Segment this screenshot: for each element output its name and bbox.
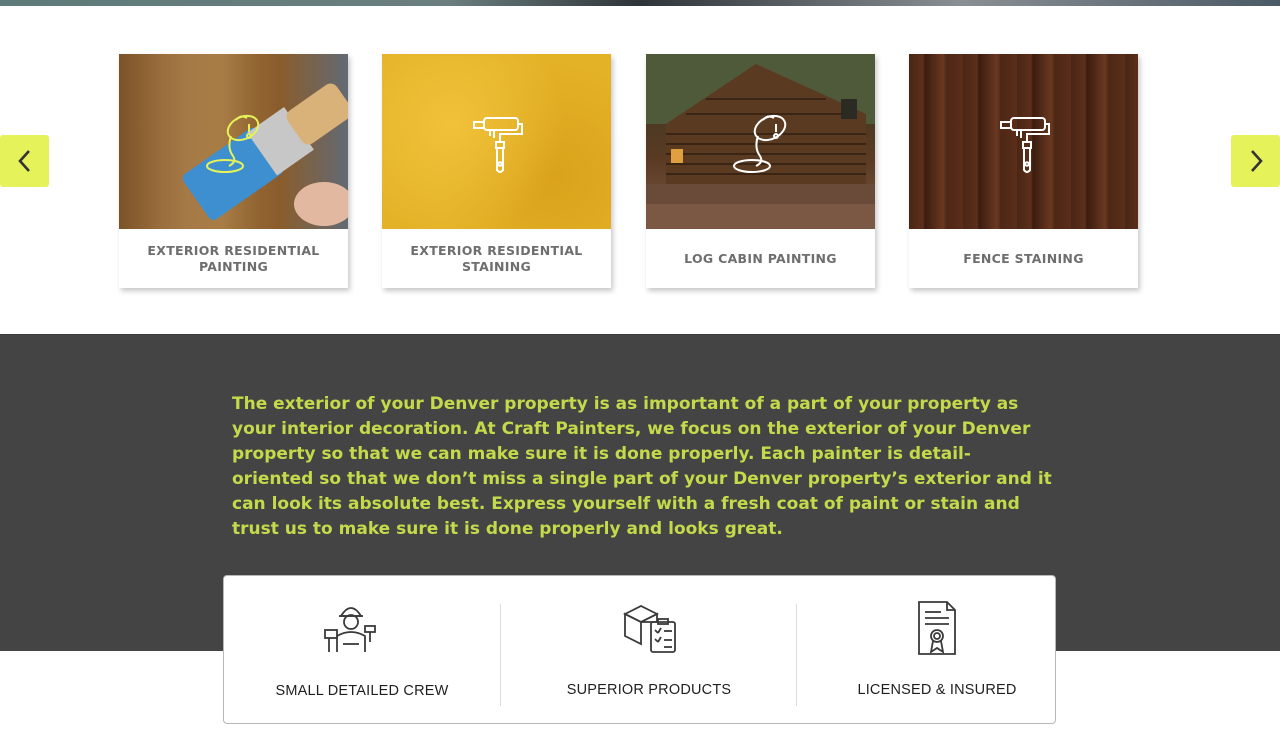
service-card-title: EXTERIOR RESIDENTIAL PAINTING: [147, 242, 320, 274]
certificate-icon: [909, 600, 965, 661]
paint-bucket-pour-icon: [203, 112, 265, 174]
feature-small-detailed-crew: SMALL DETAILED CREW: [224, 576, 500, 725]
painter-worker-icon: [323, 600, 379, 661]
box-checklist-icon: [621, 600, 677, 661]
service-card-title: FENCE STAINING: [963, 250, 1084, 266]
carousel-prev-button[interactable]: [0, 135, 49, 187]
service-card-fence-staining[interactable]: FENCE STAINING: [909, 54, 1138, 288]
intro-paragraph: The exterior of your Denver property is …: [232, 394, 1052, 539]
feature-label: SUPERIOR PRODUCTS: [566, 682, 732, 698]
feature-label: SMALL DETAILED CREW: [275, 683, 449, 699]
carousel-next-button[interactable]: [1231, 135, 1280, 187]
features-panel: SMALL DETAILED CREW SUPERIOR PRODUCTS LI…: [223, 575, 1056, 724]
chevron-left-icon: [17, 150, 30, 172]
service-card-log-cabin[interactable]: LOG CABIN PAINTING: [646, 54, 875, 288]
feature-label: LICENSED & INSURED: [857, 682, 1017, 698]
service-card-exterior-staining[interactable]: EXTERIOR RESIDENTIAL STAINING: [382, 54, 611, 288]
service-card-image: [909, 54, 1138, 229]
paint-roller-icon: [993, 112, 1055, 174]
paint-bucket-pour-icon: [730, 112, 792, 174]
service-card-image: [119, 54, 348, 229]
services-carousel: EXTERIOR RESIDENTIAL PAINTING EXTERIOR R…: [0, 6, 1280, 334]
paint-roller-icon: [466, 112, 528, 174]
chevron-right-icon: [1250, 150, 1263, 172]
feature-superior-products: SUPERIOR PRODUCTS: [501, 576, 797, 725]
service-card-image: [646, 54, 875, 229]
service-card-title: EXTERIOR RESIDENTIAL STAINING: [410, 242, 583, 274]
feature-licensed-insured: LICENSED & INSURED: [797, 576, 1077, 725]
service-card-exterior-painting[interactable]: EXTERIOR RESIDENTIAL PAINTING: [119, 54, 348, 288]
service-card-image: [382, 54, 611, 229]
service-card-title: LOG CABIN PAINTING: [684, 250, 837, 266]
